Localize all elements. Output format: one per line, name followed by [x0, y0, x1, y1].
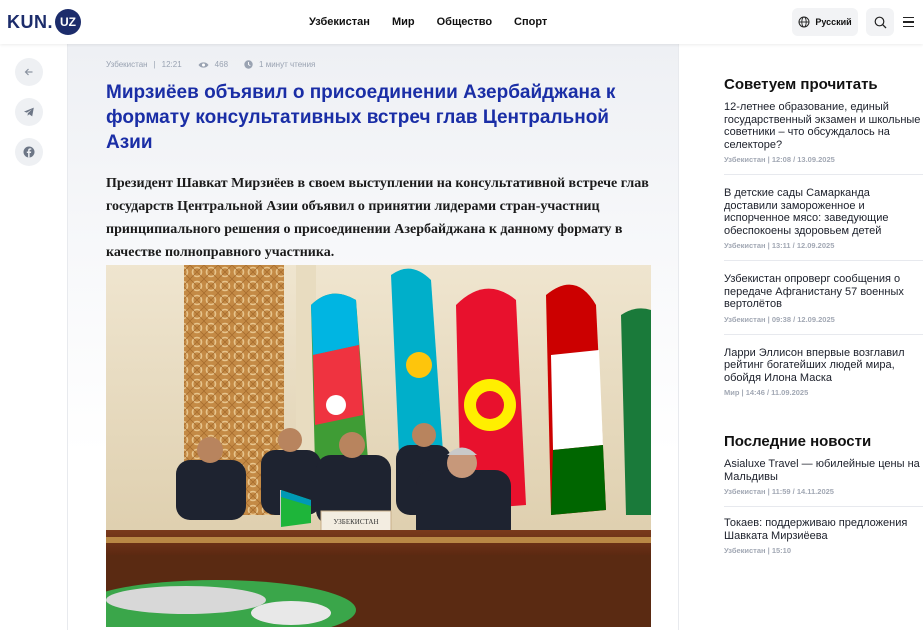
photo-nameplate: УЗБЕКИСТАН: [333, 518, 378, 526]
article-time: 12:21: [161, 60, 182, 69]
telegram-icon: [24, 107, 34, 117]
article-read-time: 1 минут чтения: [259, 60, 316, 69]
recommended-item-meta: Узбекистан | 12:08 / 13.09.2025: [724, 155, 835, 164]
latest-news-item-meta: Узбекистан | 15:10: [724, 546, 791, 555]
recommended-item-title[interactable]: В детские сады Самарканда доставили замо…: [724, 187, 923, 237]
share-rail: [15, 58, 43, 166]
recommended-item-meta: Узбекистан | 09:38 / 12.09.2025: [724, 314, 835, 324]
menu-line: [903, 21, 914, 23]
meta-separator: |: [153, 60, 156, 69]
logo-badge: UZ: [55, 9, 81, 35]
article-category[interactable]: Узбекистан: [106, 60, 148, 69]
recommended-item[interactable]: 12-летнее образование, единый государств…: [724, 101, 923, 175]
article-meta: Узбекистан | 12:21 468 1 минут чтения: [106, 60, 315, 69]
telegram-share-button[interactable]: [15, 98, 43, 126]
latest-news-heading: Последние новости: [724, 433, 872, 450]
latest-news-item[interactable]: Токаев: поддерживаю предложения Шавката …: [724, 517, 923, 565]
recommended-item[interactable]: Ларри Эллисон впервые возглавил рейтинг …: [724, 345, 923, 408]
site-header: KUN. UZ Узбекистан Мир Общество Спорт Ру…: [0, 0, 923, 44]
recommended-item-meta: Узбекистан | 13:11 / 12.09.2025: [724, 241, 835, 250]
nav-item-society[interactable]: Общество: [426, 16, 503, 28]
nav-item-sport[interactable]: Спорт: [503, 16, 558, 28]
menu-line: [903, 25, 914, 28]
facebook-share-button[interactable]: [15, 138, 43, 166]
clock-icon: [244, 60, 253, 69]
latest-news-item-meta: Узбекистан | 11:59 / 14.11.2025: [724, 487, 834, 496]
nav-item-world[interactable]: Мир: [381, 16, 426, 28]
menu-line: [903, 16, 914, 19]
recommended-heading: Советуем прочитать: [724, 76, 878, 93]
globe-icon: [798, 16, 810, 28]
back-button[interactable]: [15, 58, 43, 86]
search-icon: [874, 16, 886, 28]
recommended-item-title[interactable]: Ларри Эллисон впервые возглавил рейтинг …: [724, 347, 923, 385]
article-title: Мирзиёев объявил о присоединении Азербай…: [106, 82, 616, 153]
latest-news-item-title[interactable]: Токаев: поддерживаю предложения Шавката …: [724, 517, 923, 542]
recommended-item[interactable]: Узбекистан опроверг сообщения о передаче…: [724, 271, 923, 335]
article-views: 468: [214, 60, 229, 69]
recommended-item-title[interactable]: Узбекистан опроверг сообщения о передаче…: [724, 273, 923, 311]
facebook-icon: [23, 146, 35, 158]
menu-button[interactable]: [903, 13, 919, 31]
article-photo: УЗБЕКИСТАН: [106, 265, 651, 627]
main-nav: Узбекистан Мир Общество Спорт: [300, 0, 558, 44]
recommended-item-title[interactable]: 12-летнее образование, единый государств…: [724, 101, 923, 151]
sidebar: Советуем прочитать 12-летнее образование…: [724, 44, 923, 575]
latest-news-item-title[interactable]: Asialuxe Travel — юбилейные цены на Маль…: [724, 458, 923, 483]
language-label: Русский: [815, 17, 852, 27]
site-logo[interactable]: KUN. UZ: [7, 9, 81, 35]
eye-icon: [198, 61, 209, 69]
article-lead: Президент Шавкат Мирзиёев в своем выступ…: [106, 176, 649, 260]
recommended-item[interactable]: В детские сады Самарканда доставили замо…: [724, 185, 923, 261]
search-button[interactable]: [866, 8, 894, 36]
summit-photo-illustration: УЗБЕКИСТАН: [106, 265, 651, 627]
logo-text: KUN.: [7, 11, 53, 32]
nav-item-uzbekistan[interactable]: Узбекистан: [300, 16, 381, 28]
recommended-item-meta: Мир | 14:46 / 11.09.2025: [724, 388, 809, 397]
language-button[interactable]: Русский: [792, 8, 858, 36]
back-arrow-icon: [24, 68, 33, 76]
latest-news-item[interactable]: Asialuxe Travel — юбилейные цены на Маль…: [724, 458, 923, 507]
